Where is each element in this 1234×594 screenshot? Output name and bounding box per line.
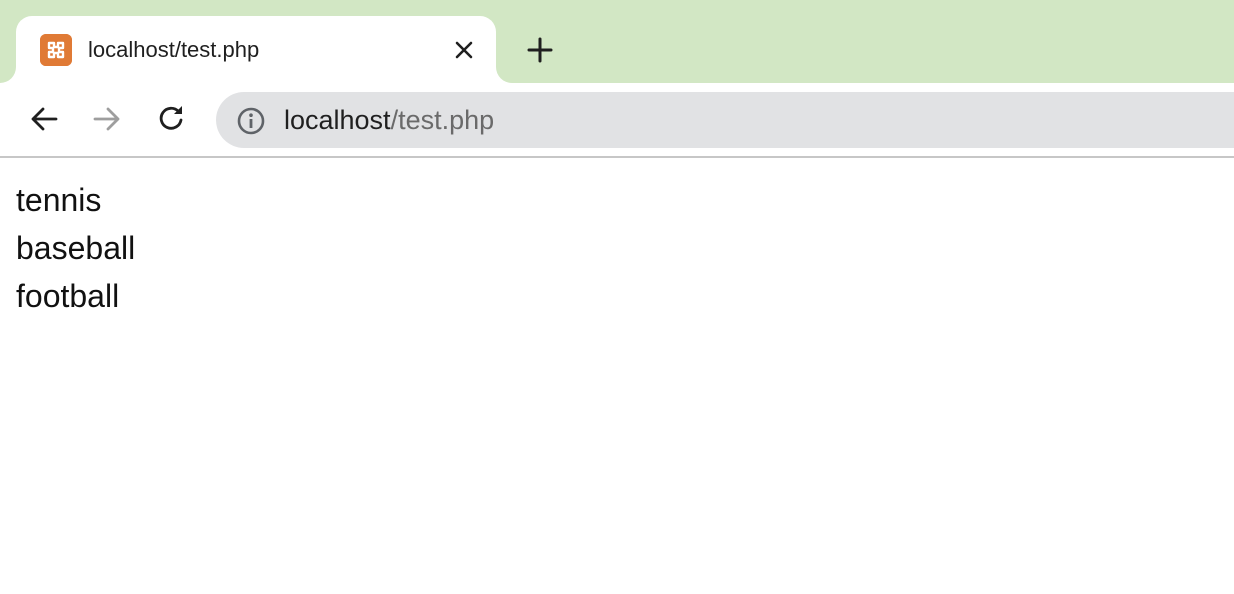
url-path: /test.php — [390, 105, 495, 135]
url-text: localhost/test.php — [284, 105, 494, 135]
plus-icon[interactable] — [526, 36, 554, 64]
toolbar-divider — [0, 156, 1234, 158]
tab-title: localhost/test.php — [88, 37, 260, 62]
browser-toolbar: localhost/test.php — [0, 83, 1234, 156]
content-line: baseball — [16, 230, 136, 266]
arrow-right-icon[interactable] — [92, 103, 124, 135]
content-line: football — [16, 278, 120, 314]
xampp-logo-icon — [40, 34, 72, 66]
info-icon[interactable] — [236, 106, 266, 136]
close-icon[interactable] — [452, 38, 476, 62]
address-bar[interactable]: localhost/test.php — [216, 92, 1234, 148]
url-host: localhost — [284, 105, 391, 135]
page-content: tennis baseball football — [16, 176, 135, 320]
content-line: tennis — [16, 182, 102, 218]
active-tab[interactable]: localhost/test.php — [16, 16, 496, 83]
reload-icon[interactable] — [156, 103, 188, 135]
arrow-left-icon[interactable] — [28, 103, 60, 135]
tab-strip: localhost/test.php — [0, 0, 1234, 83]
